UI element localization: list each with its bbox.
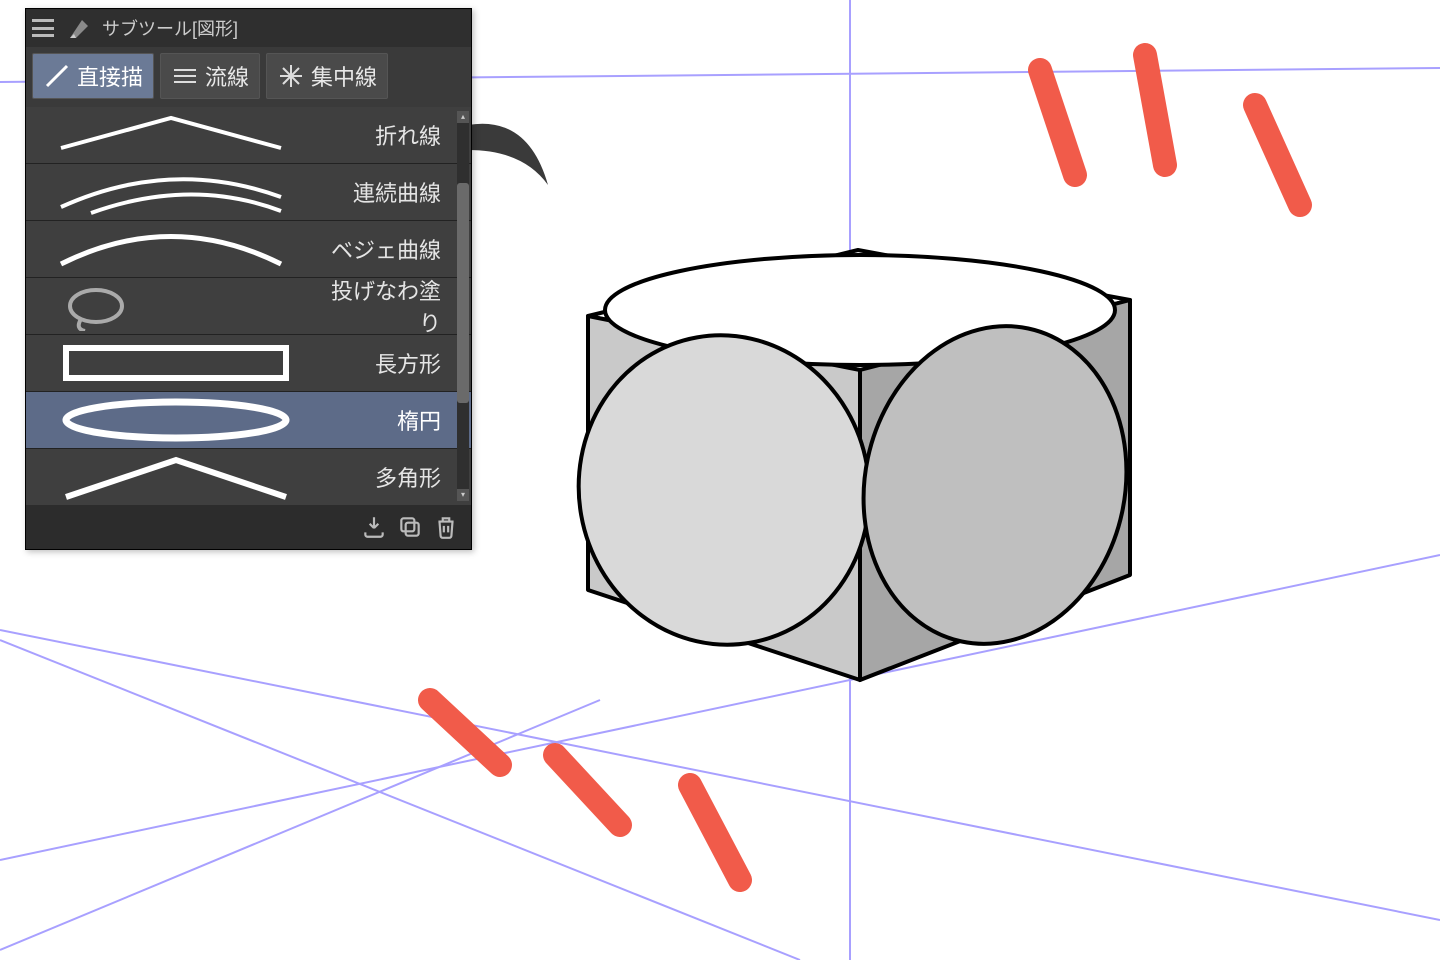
- tool-label: 連続曲線: [316, 176, 471, 208]
- delete-icon[interactable]: [433, 514, 459, 540]
- scroll-down-icon[interactable]: ▾: [457, 489, 469, 501]
- tab-label: 流線: [205, 60, 249, 92]
- tab-label: 直接描: [77, 60, 143, 92]
- subtool-list: 折れ線 連続曲線 ベジェ曲線 投げなわ塗り 長方形: [26, 107, 471, 505]
- shape-tool-icon: [64, 12, 96, 44]
- tool-polygon[interactable]: 多角形: [26, 448, 471, 505]
- polygon-preview-icon: [26, 449, 316, 505]
- scroll-up-icon[interactable]: ▴: [457, 111, 469, 123]
- panel-footer: [26, 505, 471, 549]
- tab-bar: 直接描 流線 集中線: [26, 47, 471, 107]
- callout-arrow: [468, 95, 568, 195]
- tab-direct-draw[interactable]: 直接描: [32, 53, 154, 99]
- burst-icon: [277, 62, 305, 90]
- tab-label: 集中線: [311, 60, 377, 92]
- tab-focus-line[interactable]: 集中線: [266, 53, 388, 99]
- polyline-preview-icon: [26, 107, 316, 163]
- panel-header[interactable]: サブツール[図形]: [26, 9, 471, 47]
- menu-icon[interactable]: [32, 19, 54, 37]
- tool-label: ベジェ曲線: [316, 233, 471, 265]
- bezier-preview-icon: [26, 221, 316, 277]
- tool-bezier[interactable]: ベジェ曲線: [26, 220, 471, 277]
- stream-icon: [171, 62, 199, 90]
- scroll-thumb[interactable]: [457, 183, 469, 403]
- duplicate-icon[interactable]: [397, 514, 423, 540]
- rectangle-preview-icon: [26, 335, 316, 391]
- tool-label: 多角形: [316, 461, 471, 493]
- line-icon: [43, 62, 71, 90]
- list-scrollbar[interactable]: ▴ ▾: [457, 111, 469, 501]
- tool-lasso-fill[interactable]: 投げなわ塗り: [26, 277, 471, 334]
- tool-label: 投げなわ塗り: [316, 274, 471, 338]
- subtool-panel: サブツール[図形] 直接描 流線 集中線 折れ線: [25, 8, 472, 550]
- tool-rectangle[interactable]: 長方形: [26, 334, 471, 391]
- tool-polyline[interactable]: 折れ線: [26, 107, 471, 163]
- panel-title: サブツール[図形]: [102, 15, 238, 41]
- tool-continuous-curve[interactable]: 連続曲線: [26, 163, 471, 220]
- tab-stream-line[interactable]: 流線: [160, 53, 260, 99]
- ellipse-preview-icon: [26, 392, 316, 448]
- tool-label: 長方形: [316, 347, 471, 379]
- scroll-track[interactable]: [457, 123, 469, 489]
- import-icon[interactable]: [361, 514, 387, 540]
- lasso-preview-icon: [26, 278, 316, 334]
- box-illustration: [554, 250, 1155, 680]
- tool-ellipse[interactable]: 楕円: [26, 391, 471, 448]
- tool-label: 楕円: [316, 404, 471, 436]
- tool-label: 折れ線: [316, 119, 471, 151]
- continuous-curve-preview-icon: [26, 164, 316, 220]
